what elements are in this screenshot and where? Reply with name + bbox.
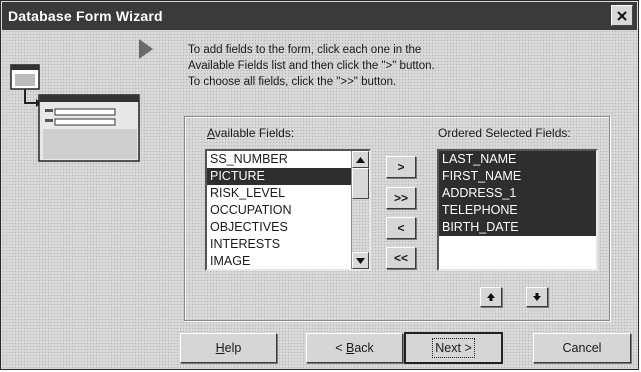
window-title: Database Form Wizard [8, 8, 163, 24]
label-text: ack [354, 341, 374, 355]
arrow-up-icon [487, 293, 495, 301]
button-label: > [397, 160, 405, 174]
label-text: > [464, 341, 472, 355]
add-field-button[interactable]: > [386, 156, 416, 178]
ordered-fields-list[interactable]: LAST_NAME FIRST_NAME ADDRESS_1 TELEPHONE BIR… [437, 149, 598, 271]
ordered-field-item[interactable]: BIRTH_DATE [439, 219, 596, 236]
ordered-field-item[interactable]: LAST_NAME [439, 151, 596, 168]
accelerator-key: A [207, 126, 215, 140]
ordered-field-item[interactable]: FIRST_NAME [439, 168, 596, 185]
ordered-field-item[interactable]: TELEPHONE [439, 202, 596, 219]
triangle-down-icon [356, 257, 365, 264]
available-scrollbar[interactable] [351, 151, 369, 269]
label-text: vailable Fields: [214, 126, 295, 140]
move-down-button[interactable] [526, 287, 548, 307]
back-button[interactable]: < Back [306, 333, 403, 363]
close-button[interactable] [611, 5, 633, 26]
ordered-field-item[interactable]: ADDRESS_1 [439, 185, 596, 202]
arrow-down-icon [533, 293, 541, 301]
instruction-line: Available Fields list and then click the… [188, 60, 435, 72]
available-fields-label: Available Fields: [207, 126, 294, 140]
scroll-down-button[interactable] [352, 252, 369, 269]
instruction-line: To add fields to the form, click each on… [188, 44, 422, 56]
instruction-line: To choose all fields, click the ">>" but… [188, 76, 397, 88]
label-text: Next [435, 341, 465, 355]
button-label: << [393, 251, 408, 265]
wizard-window: Database Form Wizard To add fields to th… [0, 0, 639, 370]
label-text: < [335, 341, 346, 355]
button-label: Cancel [562, 341, 602, 355]
scroll-thumb[interactable] [352, 168, 369, 199]
label-text: elp [224, 341, 242, 355]
remove-all-fields-button[interactable]: << [386, 247, 416, 269]
available-field-item[interactable]: OBJECTIVES [207, 219, 369, 236]
button-label: < Back [335, 341, 374, 355]
instructions-text: To add fields to the form, click each on… [188, 42, 528, 90]
available-field-item[interactable]: SS_NUMBER [207, 151, 369, 168]
button-label: < [397, 221, 405, 235]
next-button[interactable]: Next > [404, 332, 503, 364]
available-field-item[interactable]: RISK_LEVEL [207, 185, 369, 202]
add-all-fields-button[interactable]: >> [386, 187, 416, 209]
button-label: >> [393, 191, 408, 205]
triangle-up-icon [356, 156, 365, 163]
title-bar[interactable]: Database Form Wizard [2, 2, 637, 30]
form-illustration-icon [10, 64, 140, 162]
pointer-arrow-icon [139, 39, 153, 59]
scroll-up-button[interactable] [352, 151, 369, 168]
remove-field-button[interactable]: < [386, 217, 416, 239]
help-button[interactable]: Help [180, 333, 277, 363]
available-field-item[interactable]: INTERESTS [207, 236, 369, 253]
button-label: Help [216, 341, 242, 355]
button-label: Next > [432, 338, 475, 358]
move-up-button[interactable] [480, 287, 502, 307]
cancel-button[interactable]: Cancel [533, 333, 631, 363]
available-field-item[interactable]: OCCUPATION [207, 202, 369, 219]
ordered-fields-label: Ordered Selected Fields: [438, 126, 571, 140]
available-field-item[interactable]: IMAGE [207, 253, 369, 269]
accelerator-key: H [215, 341, 225, 355]
available-field-item[interactable]: PICTURE [207, 168, 369, 185]
close-icon [617, 10, 627, 21]
ordered-items: LAST_NAME FIRST_NAME ADDRESS_1 TELEPHONE BIR… [439, 151, 596, 236]
available-items: SS_NUMBER PICTURE RISK_LEVEL OCCUPATION OBJE… [207, 151, 369, 269]
available-fields-list[interactable]: SS_NUMBER PICTURE RISK_LEVEL OCCUPATION OBJE… [205, 149, 371, 271]
